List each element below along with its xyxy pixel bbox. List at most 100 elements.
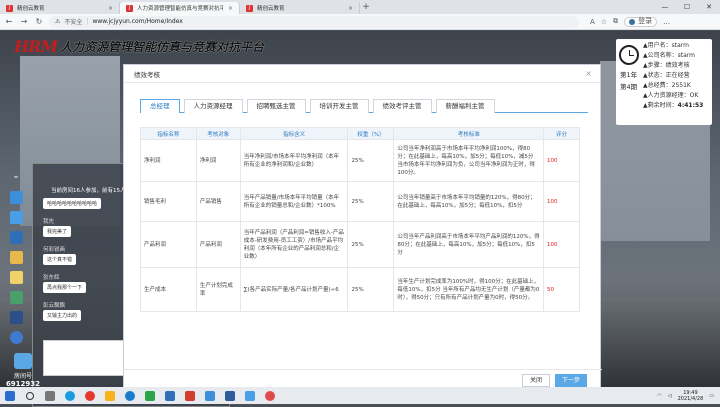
search-button[interactable] xyxy=(20,387,40,404)
tool-icon-6[interactable] xyxy=(9,291,23,304)
browser-tab-2[interactable]: J 人力资源管理智能仿真与竞赛对抗平台 × xyxy=(120,2,240,14)
chat-bubble: 再点我那个一下 xyxy=(43,282,87,293)
browser-tab-1[interactable]: J 精创云教育 × xyxy=(0,2,120,14)
maximize-icon[interactable]: ☐ xyxy=(676,0,698,14)
app-icon xyxy=(125,390,135,401)
notification-icon[interactable]: ▭ xyxy=(709,393,714,399)
chat-bubble: 这个真不错 xyxy=(43,254,77,265)
volume-icon[interactable]: ◁ xyxy=(668,393,672,399)
cell-score: 100 xyxy=(543,139,580,182)
start-button[interactable] xyxy=(0,387,20,404)
tab-appraisal-supervisor[interactable]: 绩效考评主管 xyxy=(372,99,432,113)
chat-nick: 何彩锐画 xyxy=(43,247,66,253)
tab-label: 精创云教育 xyxy=(17,6,45,12)
app-icon xyxy=(245,390,255,401)
favorite-icon[interactable]: ☆ xyxy=(601,18,607,26)
url-field[interactable]: ⚠ 不安全 | www.jcjyyun.com/Home/Index xyxy=(49,15,579,28)
close-icon[interactable]: × xyxy=(585,69,592,78)
tab-general-manager[interactable]: 总经理 xyxy=(140,99,180,113)
close-tab-icon[interactable]: × xyxy=(228,5,233,12)
status-value: 正在经营 xyxy=(665,72,690,79)
taskbar-app[interactable] xyxy=(220,387,240,404)
browser-tab-3[interactable]: J 精创云教育 × xyxy=(240,2,360,14)
tab-recruit-supervisor[interactable]: 招聘甄选主管 xyxy=(246,99,306,113)
table-row: 销售毛利 产品销售 当年产品销量/市场本年平均销量（本年所有企业的销量总和/企业… xyxy=(140,181,580,222)
app-icon xyxy=(85,390,95,401)
url-text: www.jcjyyun.com/Home/Index xyxy=(92,18,183,25)
tab-compensation-supervisor[interactable]: 薪酬福利主管 xyxy=(435,99,495,113)
taskbar-app[interactable] xyxy=(180,387,200,404)
performance-modal: 绩效考核 × 总经理 人力资源经理 招聘甄选主管 培训开发主管 绩效考评主管 薪… xyxy=(123,64,602,392)
taskview-icon xyxy=(45,390,55,401)
close-tab-icon[interactable]: × xyxy=(348,5,353,12)
tab-label: 人力资源管理智能仿真与竞赛对抗平台 xyxy=(137,6,223,12)
cell-score: 100 xyxy=(543,181,580,222)
taskbar-app[interactable] xyxy=(160,387,180,404)
refresh-icon[interactable]: ↻ xyxy=(34,17,44,26)
taskbar-app[interactable] xyxy=(120,387,140,404)
app-icon xyxy=(145,390,155,401)
tool-icon-7[interactable] xyxy=(9,311,23,324)
table-row: 生产成本 生产计划完成率 ∑(各产品实际产量/各产品计划产量)÷6 25% 当年… xyxy=(140,267,580,312)
taskbar-app[interactable] xyxy=(100,387,120,404)
taskbar-app[interactable] xyxy=(140,387,160,404)
header-standard: 考核标准 xyxy=(393,127,544,140)
minimize-icon[interactable]: — xyxy=(654,0,676,14)
clock[interactable]: 19:49 2021/4/28 xyxy=(678,390,704,402)
header-name: 指标名称 xyxy=(140,127,197,140)
tab-hr-manager[interactable]: 人力资源经理 xyxy=(183,99,243,113)
room-label: 房间号 xyxy=(13,373,32,380)
taskbar-app[interactable] xyxy=(200,387,220,404)
new-tab-button[interactable]: + xyxy=(360,2,372,14)
tool-icon-5[interactable] xyxy=(9,271,23,284)
tool-icon-3[interactable] xyxy=(9,231,23,244)
collapse-icon[interactable]: ⌄ xyxy=(10,171,23,184)
network-icon[interactable]: ◠ xyxy=(657,393,661,399)
window-controls: — ☐ ✕ xyxy=(654,0,720,14)
role-tabs: 总经理 人力资源经理 招聘甄选主管 培训开发主管 绩效考评主管 薪酬福利主管 xyxy=(140,99,588,113)
close-tab-icon[interactable]: × xyxy=(108,5,113,12)
tool-icon-8[interactable] xyxy=(9,331,23,344)
tool-icon-1[interactable] xyxy=(9,191,23,204)
back-icon[interactable]: ← xyxy=(4,17,14,26)
chat-nick: 彭云飘飘 xyxy=(43,303,66,309)
table-row: 产品利润 产品利润 当年产品利润（产品利润=销售收入-产品成本-研发费用-员工工… xyxy=(140,221,580,268)
equity-value: 2551K xyxy=(671,82,691,89)
taskbar: ◠ ◁ 19:49 2021/4/28 ▭ xyxy=(0,387,720,404)
year-label: 第1年 xyxy=(620,71,638,79)
tab-training-supervisor[interactable]: 培训开发主管 xyxy=(309,99,369,113)
countdown-value: 4:41:53 xyxy=(677,102,704,109)
collections-icon[interactable]: ⧉ xyxy=(613,17,618,26)
taskbar-app[interactable] xyxy=(240,387,260,404)
close-window-icon[interactable]: ✕ xyxy=(698,0,720,14)
tool-icon-4[interactable] xyxy=(9,251,23,264)
step-value: 绩效考核 xyxy=(665,62,690,69)
app-icon xyxy=(185,390,195,401)
taskbar-app[interactable] xyxy=(80,387,100,404)
tool-icon-2[interactable] xyxy=(9,211,23,224)
cell-target: 净利润 xyxy=(195,139,241,182)
next-step-button[interactable]: 下一步 xyxy=(555,374,587,387)
header-score: 评分 xyxy=(543,127,580,140)
site-favicon-icon: J xyxy=(126,4,133,12)
taskbar-app[interactable] xyxy=(260,387,280,404)
username: starm xyxy=(671,42,690,49)
cell-meaning: 当年净利润/市场本年平均净利润（本年所有企业的净利润和/企业数） xyxy=(239,139,349,182)
read-aloud-icon[interactable]: A xyxy=(590,18,595,26)
cell-target: 产品销售 xyxy=(195,181,241,222)
cell-meaning: 当年产品利润（产品利润=销售收入-产品成本-研发费用-员工工资）/市场产品平均利… xyxy=(239,221,349,268)
cell-meaning: 当年产品销量/市场本年平均销量（本年所有企业的销量总和/企业数）*100% xyxy=(239,181,349,222)
browser-tab-bar: J 精创云教育 × J 人力资源管理智能仿真与竞赛对抗平台 × J 精创云教育 × + — … xyxy=(0,0,720,14)
app-icon xyxy=(205,390,215,401)
site-favicon-icon: J xyxy=(6,4,13,12)
clock-icon xyxy=(619,45,639,65)
more-icon[interactable]: … xyxy=(663,18,670,26)
status-info: ▲用户名：starm ▲公司名称：starm ▲步骤：绩效考核 ▲状态：正在经营… xyxy=(643,42,704,109)
login-button[interactable]: 登录 xyxy=(624,16,658,27)
forward-icon[interactable]: → xyxy=(19,17,29,26)
header-weight: 权重（%） xyxy=(347,127,395,140)
kpi-table: 指标名称 考核对象 指标含义 权重（%） 考核标准 评分 净利润 净利润 当年净… xyxy=(140,127,580,312)
close-button[interactable]: 关闭 xyxy=(522,374,550,387)
taskview-button[interactable] xyxy=(40,387,60,404)
taskbar-app[interactable] xyxy=(60,387,80,404)
